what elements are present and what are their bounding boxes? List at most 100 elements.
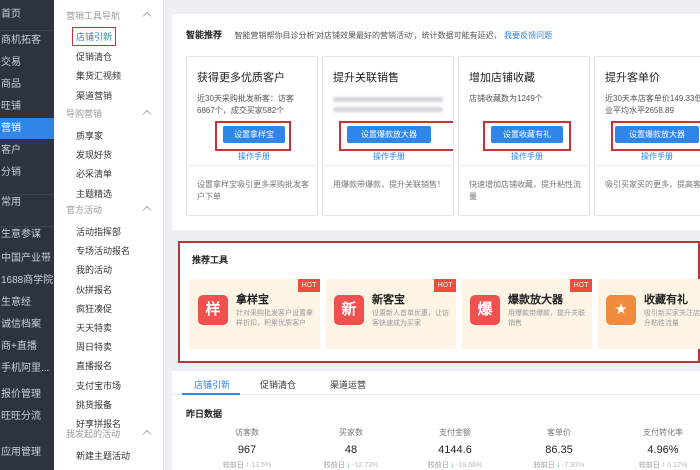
chevron-up-icon[interactable] xyxy=(142,429,152,439)
data-panel: 店铺引新 促销清仓 渠道运营 昨日数据 访客数 967 较前日 ↑ 13.5% 买家数 48… xyxy=(172,371,700,470)
subnav-link[interactable]: 集货汇视频 xyxy=(76,69,121,82)
primary-nav-item[interactable]: 商机拓客 xyxy=(0,30,54,51)
subnav-link[interactable]: 挑货报备 xyxy=(76,398,112,411)
stat-value: 4.96% xyxy=(647,444,679,456)
subnav-link[interactable]: 必采清单 xyxy=(76,167,112,180)
primary-nav-item[interactable]: 常用 xyxy=(0,192,54,213)
stat-block: 支付金额 4144.6 较前日 ↓ -19.66% xyxy=(410,427,500,470)
compare-label: 较前日 xyxy=(323,462,345,469)
recommend-card-button[interactable]: 设置拿样宝 xyxy=(223,126,285,143)
stat-value: 48 xyxy=(344,444,358,456)
yesterday-data-title: 昨日数据 xyxy=(186,409,223,419)
manual-link[interactable]: 操作手册 xyxy=(373,151,405,162)
recommend-card-button[interactable]: 设置爆款放大器 xyxy=(347,126,431,143)
recommend-card-title: 提升关联销售 xyxy=(333,72,399,84)
stat-compare: 较前日 ↓ -19.66% xyxy=(410,460,500,470)
primary-nav-item[interactable]: 首页 xyxy=(0,4,54,25)
tool-icon: 新 xyxy=(334,295,364,325)
primary-nav-item[interactable]: 旺旺分流 xyxy=(0,406,54,427)
hot-badge: HOT xyxy=(570,279,592,292)
manual-link[interactable]: 操作手册 xyxy=(511,151,543,162)
data-tab[interactable]: 渠道运营 xyxy=(330,378,366,391)
subnav-group-title: 我发起的活动 xyxy=(66,429,121,439)
recommend-card: 提升客单价近30天本店客单价149.33低于行业平均水平2658.89 设置爆款放… xyxy=(594,56,700,216)
subnav-link[interactable]: 店铺引新 xyxy=(72,27,117,46)
subnav-link[interactable]: 周日特卖 xyxy=(76,340,112,353)
compare-label: 较前日 xyxy=(638,462,660,469)
subnav-link[interactable]: 直播报名 xyxy=(76,359,112,372)
hot-badge: HOT xyxy=(434,279,456,292)
tool-card[interactable]: 新新客宝 设置新人首单优惠，让访客快速成为买家 HOT xyxy=(326,279,456,349)
primary-nav-item[interactable]: 生意经 xyxy=(0,292,54,313)
tool-card[interactable]: 样拿样宝 针对采购批发客户设置拿样折扣，积累优质客户 HOT xyxy=(190,279,320,349)
subnav-link[interactable]: 主题精选 xyxy=(76,187,112,200)
primary-nav-item[interactable]: 分销 xyxy=(0,162,54,183)
subnav-group-title: 营销工具导航 xyxy=(66,11,121,21)
recommend-card-button[interactable]: 设置爆款放大器 xyxy=(615,126,699,143)
chevron-up-icon[interactable] xyxy=(142,109,152,119)
tool-card[interactable]: 爆爆款放大器 用爆款带爆款，提升关联销售 HOT xyxy=(462,279,592,349)
arrow-down-icon: ↓ xyxy=(450,462,455,469)
primary-nav-item[interactable]: 旺铺 xyxy=(0,96,54,117)
recommend-card-footer: 设置拿样宝吸引更多采购批发客户下单 xyxy=(197,180,309,201)
nav-divider xyxy=(0,30,54,31)
stat-label: 支付转化率 xyxy=(643,428,683,437)
recommend-tools-panel: 推荐工具 样拿样宝 针对采购批发客户设置拿样折扣，积累优质客户 HOT 新新客宝 设置新… xyxy=(178,241,700,363)
primary-nav-item[interactable]: 手机阿里... xyxy=(0,358,54,379)
manual-link[interactable]: 操作手册 xyxy=(641,151,673,162)
stat-block: 客单价 86.35 较前日 ↓ -7.93% xyxy=(514,427,604,470)
primary-nav-item[interactable]: 商+直播 xyxy=(0,336,54,357)
primary-nav-item[interactable]: 中国产业带 xyxy=(0,248,54,269)
primary-nav-item[interactable]: 营销 xyxy=(0,118,54,139)
chevron-up-icon[interactable] xyxy=(142,11,152,21)
primary-nav-item[interactable]: 生意参谋 xyxy=(0,224,54,245)
tool-desc: 用爆款带爆款，提升关联销售 xyxy=(508,310,585,327)
manual-link[interactable]: 操作手册 xyxy=(238,151,270,162)
stat-value: 967 xyxy=(237,444,257,456)
chevron-up-icon[interactable] xyxy=(142,205,152,215)
tool-name: 爆款放大器 xyxy=(508,294,563,306)
subnav-link[interactable]: 质享家 xyxy=(76,129,103,142)
stat-compare: 较前日 ↑ 13.5% xyxy=(202,460,292,470)
hot-badge: HOT xyxy=(298,279,320,292)
subnav-link[interactable]: 促销清仓 xyxy=(76,50,112,63)
primary-nav-item[interactable]: 应用管理 xyxy=(0,442,54,463)
subnav-link[interactable]: 伙拼报名 xyxy=(76,283,112,296)
subnav-link[interactable]: 新建主题活动 xyxy=(76,449,130,462)
recommend-card-desc: 店铺收藏数为1249个 xyxy=(469,94,543,103)
stat-label: 客单价 xyxy=(547,428,571,437)
subnav-link[interactable]: 专场活动报名 xyxy=(76,244,130,257)
primary-nav-item[interactable]: 交易 xyxy=(0,52,54,73)
stat-label: 买家数 xyxy=(339,428,363,437)
tool-name: 收藏有礼 xyxy=(644,294,688,306)
subnav-link[interactable]: 活动指挥部 xyxy=(76,225,121,238)
subnav-link[interactable]: 我的活动 xyxy=(76,263,112,276)
recommend-card-footer: 快速增加店铺收藏，提升粘性流量 xyxy=(469,180,581,201)
compare-label: 较前日 xyxy=(533,462,555,469)
recommend-card-button[interactable]: 设置收藏有礼 xyxy=(491,126,563,143)
primary-nav-item[interactable]: 客户 xyxy=(0,140,54,161)
data-tab[interactable]: 店铺引新 xyxy=(194,378,230,391)
subnav-link[interactable]: 支付宝市场 xyxy=(76,379,121,392)
subnav-link[interactable]: 疯狂凑促 xyxy=(76,302,112,315)
primary-sidebar: 首页商机拓客 交易 商品 旺铺 营销 客户 分销常用生意参谋中国产业带 1688商学院 生意经诚… xyxy=(0,0,54,470)
smart-recommend-header: 智能推荐 智能营销帮你目诊分析'对店铺效果最好的营销活动'，统计数据可能有延迟，… xyxy=(186,28,552,41)
tool-card[interactable]: ★收藏有礼吸引新买家关注店铺，提升粘性流量HOT xyxy=(598,279,700,349)
tool-name: 拿样宝 xyxy=(236,294,269,306)
primary-nav-item[interactable]: 报价管理 xyxy=(0,384,54,405)
recommend-card-desc: 近30天本店客单价149.33低于行业平均水平2658.89 xyxy=(605,94,700,115)
primary-nav-item[interactable]: 诚信档案 xyxy=(0,314,54,335)
primary-nav-item[interactable]: 商品 xyxy=(0,74,54,95)
subnav-link[interactable]: 渠道营销 xyxy=(76,89,112,102)
data-tab[interactable]: 促销清仓 xyxy=(260,378,296,391)
arrow-up-icon: ↑ xyxy=(661,462,666,469)
subnav-link[interactable]: 发现好货 xyxy=(76,148,112,161)
compare-label: 较前日 xyxy=(222,462,244,469)
primary-nav-item[interactable]: 1688商学院 xyxy=(0,270,54,291)
recommend-tools-title: 推荐工具 xyxy=(192,255,229,265)
compare-percent: -12.73% xyxy=(352,462,379,469)
subnav-link[interactable]: 天天特卖 xyxy=(76,321,112,334)
stat-value: 86.35 xyxy=(545,444,573,456)
tool-desc: 针对采购批发客户设置拿样折扣，积累优质客户 xyxy=(236,310,313,327)
feedback-link[interactable]: 我要反馈问题 xyxy=(504,31,552,40)
